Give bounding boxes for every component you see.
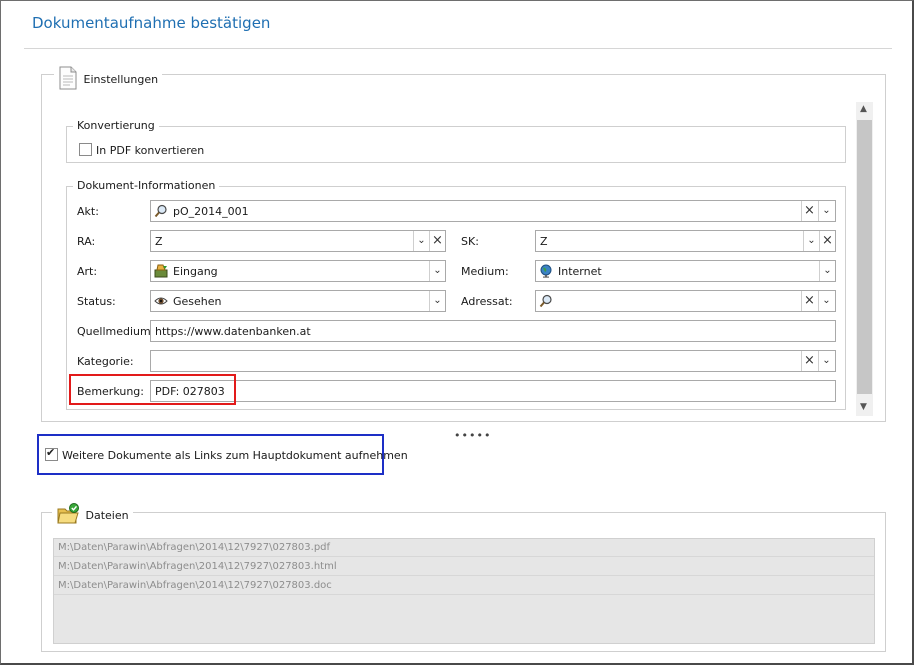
document-icon (58, 66, 78, 93)
chevron-down-icon[interactable]: ⌄ (818, 351, 834, 371)
clear-icon[interactable]: × (801, 291, 817, 311)
ra-label: RA: (77, 235, 96, 248)
status-label: Status: (77, 295, 116, 308)
globe-icon (539, 264, 553, 278)
clear-icon[interactable]: × (429, 231, 445, 251)
adressat-field[interactable]: × ⌄ (535, 290, 836, 312)
einstellungen-legend: Einstellungen (54, 66, 163, 94)
quellmedium-input[interactable]: https://www.datenbanken.at (150, 320, 836, 342)
scrollbar-thumb[interactable] (857, 120, 872, 394)
kategorie-select[interactable]: × ⌄ (150, 350, 836, 372)
list-item[interactable]: M:\Daten\Parawin\Abfragen\2014\12\7927\0… (54, 539, 874, 557)
inbox-icon (154, 264, 168, 278)
quellmedium-value: https://www.datenbanken.at (155, 325, 311, 338)
chevron-down-icon[interactable]: ⌄ (429, 291, 445, 311)
list-item[interactable]: M:\Daten\Parawin\Abfragen\2014\12\7927\0… (54, 558, 874, 576)
art-select[interactable]: Eingang ⌄ (150, 260, 446, 282)
clear-icon[interactable]: × (801, 201, 817, 221)
chevron-down-icon[interactable]: ⌄ (818, 291, 834, 311)
links-checkbox[interactable] (45, 446, 58, 461)
list-item[interactable]: M:\Daten\Parawin\Abfragen\2014\12\7927\0… (54, 577, 874, 595)
medium-label: Medium: (461, 265, 509, 278)
akt-field[interactable]: pO_2014_001 × ⌄ (150, 200, 836, 222)
sk-select[interactable]: Z ⌄ × (535, 230, 836, 252)
kategorie-label: Kategorie: (77, 355, 134, 368)
akt-label: Akt: (77, 205, 99, 218)
konvertierung-legend: Konvertierung (73, 119, 159, 132)
medium-select[interactable]: Internet ⌄ (535, 260, 836, 282)
dialog-title: Dokumentaufnahme bestätigen (32, 14, 271, 32)
dokument-informationen-legend: Dokument-Informationen (73, 179, 220, 192)
eye-icon (154, 294, 168, 308)
chevron-down-icon[interactable]: ⌄ (818, 201, 834, 221)
akt-value: pO_2014_001 (173, 205, 249, 218)
chevron-down-icon[interactable]: ⌄ (413, 231, 429, 251)
folder-icon (56, 502, 80, 529)
bemerkung-input[interactable]: PDF: 027803 (150, 380, 836, 402)
einstellungen-legend-label: Einstellungen (83, 73, 159, 86)
adressat-label: Adressat: (461, 295, 513, 308)
art-value: Eingang (173, 265, 218, 278)
splitter-handle[interactable]: ••••• (454, 429, 491, 442)
ra-value: Z (155, 235, 163, 248)
ra-select[interactable]: Z ⌄ × (150, 230, 446, 252)
status-value: Gesehen (173, 295, 222, 308)
art-label: Art: (77, 265, 98, 278)
vertical-scrollbar[interactable]: ▲ ▼ (856, 102, 873, 416)
links-checkbox-label: Weitere Dokumente als Links zum Hauptdok… (62, 449, 408, 462)
sk-label: SK: (461, 235, 479, 248)
clear-icon[interactable]: × (801, 351, 817, 371)
scroll-down-icon[interactable]: ▼ (860, 402, 867, 412)
pdf-convert-checkbox[interactable] (79, 143, 92, 156)
quellmedium-label: Quellmedium: (77, 325, 155, 338)
search-icon[interactable] (539, 294, 553, 308)
chevron-down-icon[interactable]: ⌄ (429, 261, 445, 281)
bemerkung-highlight (69, 374, 236, 405)
medium-value: Internet (558, 265, 602, 278)
scroll-up-icon[interactable]: ▲ (860, 104, 867, 114)
dateien-legend-label: Dateien (85, 509, 129, 522)
sk-value: Z (540, 235, 548, 248)
chevron-down-icon[interactable]: ⌄ (819, 261, 835, 281)
status-select[interactable]: Gesehen ⌄ (150, 290, 446, 312)
clear-icon[interactable]: × (819, 231, 835, 251)
dateien-list[interactable]: M:\Daten\Parawin\Abfragen\2014\12\7927\0… (53, 538, 875, 644)
title-divider (24, 48, 892, 49)
pdf-convert-label: In PDF konvertieren (96, 144, 205, 157)
chevron-down-icon[interactable]: ⌄ (803, 231, 819, 251)
search-icon[interactable] (154, 204, 168, 218)
dateien-legend: Dateien (52, 502, 133, 530)
